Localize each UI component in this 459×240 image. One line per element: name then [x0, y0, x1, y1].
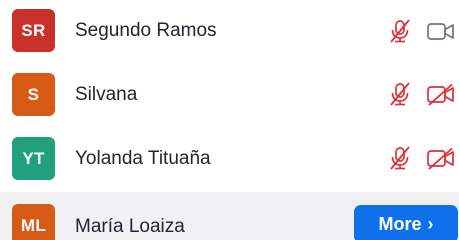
participants-list: SR Segundo Ramos S Silvana YT Yolanda Ti… — [0, 0, 459, 240]
avatar: YT — [12, 137, 55, 180]
avatar: SR — [12, 9, 55, 52]
mic-muted-icon[interactable] — [387, 18, 413, 44]
participant-row[interactable]: ML María Loaiza More › — [0, 192, 459, 240]
video-camera-icon[interactable] — [426, 21, 456, 43]
more-button[interactable]: More › — [354, 205, 458, 240]
participant-name: Yolanda Tituaña — [75, 148, 211, 169]
video-off-icon[interactable] — [426, 83, 456, 107]
participant-row[interactable]: YT Yolanda Tituaña — [0, 127, 459, 189]
avatar: S — [12, 73, 55, 116]
avatar: ML — [12, 204, 55, 240]
more-button-label: More — [378, 213, 422, 234]
mic-muted-icon[interactable] — [387, 81, 413, 107]
participant-name: Segundo Ramos — [75, 20, 217, 41]
video-off-icon[interactable] — [426, 147, 456, 171]
participant-name: María Loaiza — [75, 216, 185, 237]
mic-muted-icon[interactable] — [387, 145, 413, 171]
chevron-right-icon: › — [427, 213, 434, 234]
participant-row[interactable]: S Silvana — [0, 62, 459, 124]
participant-name: Silvana — [75, 84, 138, 105]
participant-row[interactable]: SR Segundo Ramos — [0, 0, 459, 62]
